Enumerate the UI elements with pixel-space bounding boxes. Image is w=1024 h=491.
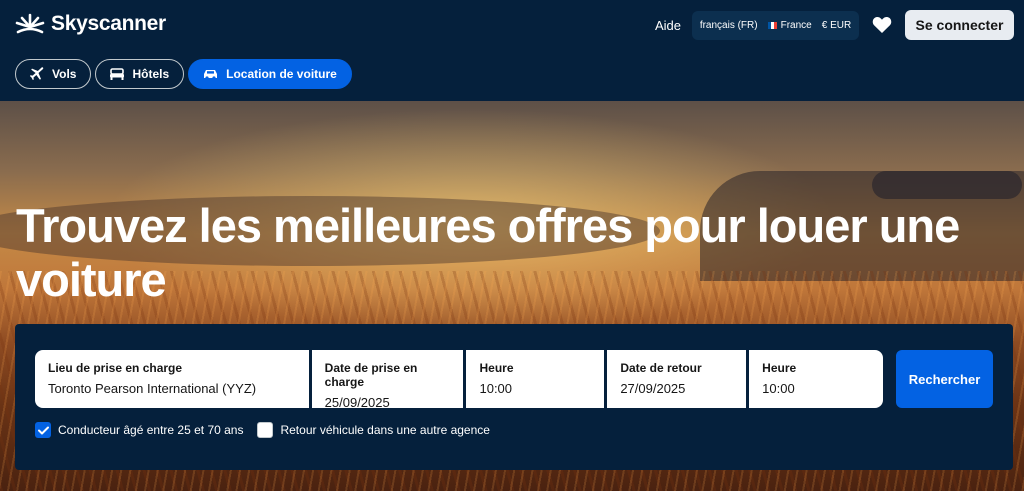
driver-age-label: Conducteur âgé entre 25 et 70 ans: [58, 423, 244, 437]
heart-icon[interactable]: [872, 16, 892, 34]
driver-age-checkbox[interactable]: [35, 422, 51, 438]
car-icon: [204, 69, 218, 80]
skyscanner-logo[interactable]: Skyscanner: [15, 12, 166, 36]
return-date-label: Date de retour: [620, 361, 702, 375]
hero-headline: Trouvez les meilleures offres pour louer…: [16, 199, 960, 306]
pickup-location-value: Toronto Pearson International (YYZ): [48, 381, 257, 396]
locale-selector[interactable]: français (FR) France € EUR: [692, 11, 859, 40]
tab-flights[interactable]: Vols: [15, 59, 92, 89]
tab-car-hire-label: Location de voiture: [226, 67, 337, 81]
different-return-checkbox[interactable]: [257, 422, 274, 438]
driver-age-option[interactable]: Conducteur âgé entre 25 et 70 ans: [35, 422, 243, 438]
pickup-date-field[interactable]: Date de prise en charge 25/09/2025: [311, 350, 464, 410]
return-time-label: Heure: [762, 361, 797, 375]
return-time-field[interactable]: Heure 10:00: [749, 350, 884, 408]
login-button[interactable]: Se connecter: [905, 10, 1014, 40]
search-options: Conducteur âgé entre 25 et 70 ans Retour…: [35, 422, 490, 438]
top-header: Skyscanner Aide français (FR) France € E…: [0, 0, 1024, 101]
plane-icon: [30, 67, 44, 80]
pickup-time-value: 10:00: [479, 381, 513, 396]
pickup-location-label: Lieu de prise en charge: [48, 361, 183, 375]
france-flag-icon: [767, 21, 777, 29]
search-button[interactable]: Rechercher: [896, 350, 993, 408]
sunburst-logo-icon: [15, 13, 45, 34]
bed-icon: [110, 68, 125, 80]
country-name: France: [780, 20, 812, 31]
pickup-time-label: Heure: [479, 361, 514, 375]
checkmark-icon: [37, 426, 49, 434]
return-time-value: 10:00: [762, 381, 795, 396]
brand-name: Skyscanner: [51, 12, 166, 35]
different-return-label: Retour véhicule dans une autre agence: [280, 423, 490, 437]
pickup-location-field[interactable]: Lieu de prise en charge Toronto Pearson …: [35, 350, 309, 408]
tab-hotels[interactable]: Hôtels: [95, 59, 185, 89]
tab-flights-label: Vols: [52, 67, 77, 81]
tab-car-hire[interactable]: Location de voiture: [188, 59, 352, 89]
different-return-option[interactable]: Retour véhicule dans une autre agence: [257, 422, 490, 438]
tab-hotels-label: Hôtels: [132, 67, 170, 81]
return-date-field[interactable]: Date de retour 27/09/2025: [607, 350, 747, 408]
language-label: français (FR): [699, 20, 758, 31]
currency-label: € EUR: [821, 20, 852, 31]
search-panel: Lieu de prise en charge Toronto Pearson …: [15, 324, 1013, 470]
search-fields: Lieu de prise en charge Toronto Pearson …: [35, 350, 884, 410]
return-date-value: 27/09/2025: [620, 381, 686, 396]
product-tabs: Vols Hôtels Location de voiture: [15, 59, 352, 89]
pickup-date-value: 25/09/2025: [324, 395, 390, 410]
help-link[interactable]: Aide: [655, 18, 681, 33]
hero-roof-box: [872, 171, 1022, 199]
pickup-time-field[interactable]: Heure 10:00: [466, 350, 605, 408]
pickup-date-label: Date de prise en charge: [324, 361, 418, 389]
country-label: France: [767, 20, 812, 31]
